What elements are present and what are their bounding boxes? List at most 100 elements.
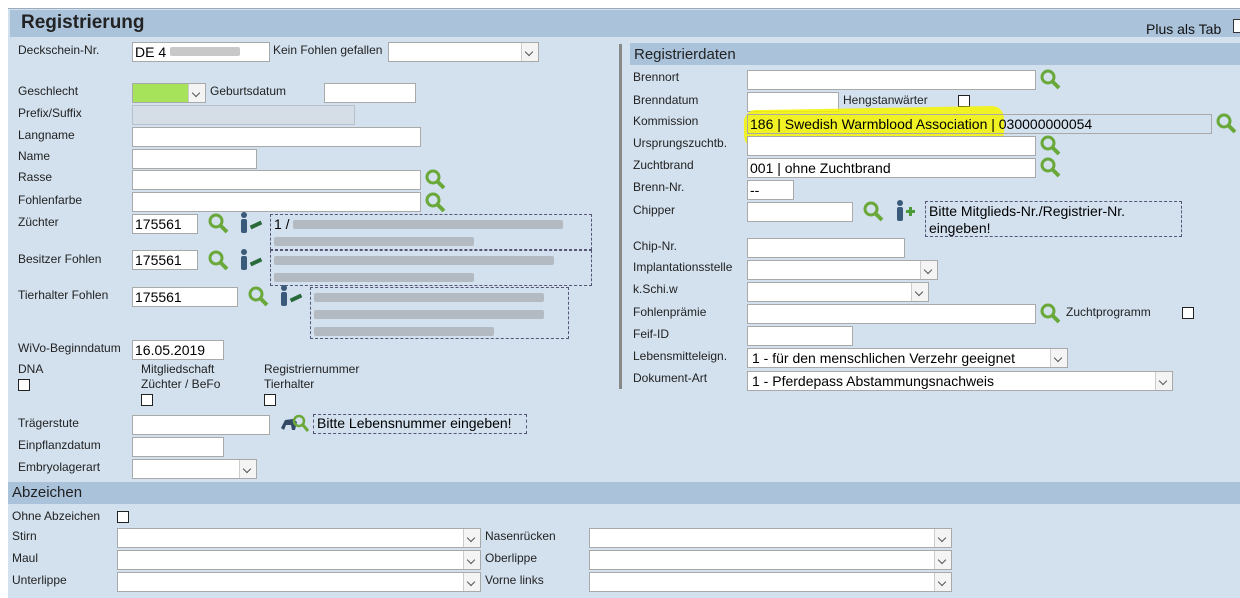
- stirn-label: Stirn: [12, 529, 37, 543]
- search-icon[interactable]: [424, 191, 446, 213]
- lebensmitteleign-select[interactable]: 1 - für den menschlichen Verzehr geeigne…: [747, 348, 1068, 368]
- zuechter-input[interactable]: 175561: [132, 214, 198, 234]
- abzeichen-title: Abzeichen: [12, 484, 83, 501]
- search-icon[interactable]: [247, 285, 269, 307]
- chevron-down-icon: [463, 573, 480, 591]
- search-icon[interactable]: [1215, 112, 1237, 134]
- lebensnummer-hint: Bitte Lebensnummer eingeben!: [313, 414, 527, 434]
- dokument-art-select[interactable]: 1 - Pferdepass Abstammungsnachweis: [747, 371, 1173, 391]
- besitzer-label: Besitzer Fohlen: [18, 252, 102, 266]
- fohlenfarbe-input[interactable]: [132, 192, 421, 212]
- brennort-label: Brennort: [633, 70, 680, 84]
- search-icon[interactable]: [207, 249, 229, 271]
- search-icon[interactable]: [1039, 134, 1061, 156]
- chipper-input[interactable]: [747, 202, 853, 222]
- redacted-text: [274, 256, 554, 265]
- chevron-down-icon: [463, 529, 480, 547]
- embryolagerart-select[interactable]: [132, 459, 257, 479]
- brennort-input[interactable]: [747, 70, 1036, 90]
- search-icon[interactable]: [1039, 302, 1061, 324]
- horse-search-icon[interactable]: [279, 412, 309, 434]
- search-icon[interactable]: [862, 200, 884, 222]
- stirn-select[interactable]: [117, 528, 481, 548]
- zuchtbrand-input[interactable]: 001 | ohne Zuchtbrand: [747, 158, 1036, 178]
- vorne-links-select[interactable]: [589, 572, 952, 592]
- nasenruecken-label: Nasenrücken: [485, 529, 556, 543]
- nasenruecken-select[interactable]: [589, 528, 952, 548]
- einpflanzdatum-input[interactable]: [132, 437, 224, 457]
- name-label: Name: [18, 149, 51, 163]
- brenndatum-label: Brenndatum: [633, 93, 699, 107]
- kommission-input[interactable]: 186 | Swedish Warmblood Association | 03…: [747, 114, 1212, 134]
- deckschein-value: DE 4: [135, 44, 167, 60]
- chip-nr-input[interactable]: [747, 238, 905, 258]
- person-add-icon[interactable]: [893, 199, 917, 223]
- unterlippe-label: Unterlippe: [12, 573, 67, 587]
- kschiw-select[interactable]: [747, 282, 929, 302]
- langname-input[interactable]: [132, 127, 421, 147]
- besitzer-info: [270, 250, 592, 286]
- chevron-down-icon: [934, 573, 951, 591]
- deckschein-input[interactable]: DE 4: [132, 42, 270, 62]
- chevron-down-icon: [911, 283, 928, 301]
- hengstanwaerter-label: Hengstanwärter: [843, 93, 928, 107]
- langname-label: Langname: [18, 128, 75, 142]
- registriernummer-label: Registriernummer: [264, 362, 360, 376]
- chevron-down-icon: [920, 261, 937, 279]
- hengstanwaerter-checkbox[interactable]: [958, 95, 970, 107]
- wivo-input[interactable]: 16.05.2019: [132, 340, 224, 360]
- embryolagerart-label: Embryolagerart: [18, 460, 101, 474]
- ursprungszuchtb-input[interactable]: [747, 136, 1036, 156]
- search-icon[interactable]: [424, 168, 446, 190]
- column-divider: [619, 44, 622, 389]
- brenn-nr-label: Brenn-Nr.: [633, 180, 685, 194]
- plus-als-tab-label: Plus als Tab: [1146, 21, 1222, 37]
- traegerstute-input[interactable]: [132, 415, 270, 435]
- fohlenpraemie-input[interactable]: [747, 304, 1036, 324]
- redacted-text: [274, 237, 474, 246]
- mitgliedschaft-checkbox[interactable]: [141, 394, 153, 406]
- person-edit-icon[interactable]: [276, 284, 304, 308]
- name-input[interactable]: [132, 149, 257, 169]
- tierhalter-input[interactable]: 175561: [132, 287, 238, 307]
- rasse-input[interactable]: [132, 170, 421, 190]
- chipper-hint: Bitte Mitglieds-Nr./Registrier-Nr. einge…: [925, 201, 1182, 237]
- implantationsstelle-label: Implantationsstelle: [633, 260, 733, 274]
- dna-checkbox[interactable]: [18, 379, 30, 391]
- lebensmitteleign-value: 1 - für den menschlichen Verzehr geeigne…: [752, 350, 1016, 366]
- zuchtbrand-label: Zuchtbrand: [633, 158, 694, 172]
- brenn-nr-input[interactable]: --: [747, 180, 794, 200]
- ohne-abzeichen-checkbox[interactable]: [117, 511, 129, 523]
- redacted-text: [314, 310, 544, 319]
- chevron-down-icon: [934, 551, 951, 569]
- unterlippe-select[interactable]: [117, 572, 481, 592]
- fohlenpraemie-label: Fohlenprämie: [633, 305, 707, 319]
- zuchtprogramm-checkbox[interactable]: [1182, 307, 1194, 319]
- chipper-label: Chipper: [633, 203, 676, 217]
- mitgliedschaft-label-2: Züchter / BeFo: [141, 377, 221, 391]
- lebensmitteleign-label: Lebensmitteleign.: [633, 349, 728, 363]
- feif-id-input[interactable]: [747, 326, 853, 346]
- plus-als-tab-checkbox[interactable]: [1233, 19, 1240, 33]
- person-edit-icon[interactable]: [236, 248, 264, 272]
- registriernummer-checkbox[interactable]: [264, 394, 276, 406]
- search-icon[interactable]: [207, 212, 229, 234]
- geburtsdatum-input[interactable]: [324, 83, 416, 103]
- search-icon[interactable]: [1039, 156, 1061, 178]
- dokument-art-label: Dokument-Art: [633, 371, 708, 385]
- search-icon[interactable]: [1039, 68, 1061, 90]
- zuchtprogramm-label: Zuchtprogramm: [1066, 305, 1151, 319]
- einpflanzdatum-label: Einpflanzdatum: [18, 438, 101, 452]
- dna-label: DNA: [18, 362, 44, 376]
- oberlippe-select[interactable]: [589, 550, 952, 570]
- kein-fohlen-select[interactable]: [388, 42, 539, 62]
- redacted-text: [274, 273, 474, 282]
- redacted-text: [314, 293, 544, 302]
- implantationsstelle-select[interactable]: [747, 260, 938, 280]
- geschlecht-select[interactable]: [132, 83, 206, 103]
- maul-select[interactable]: [117, 550, 481, 570]
- person-edit-icon[interactable]: [236, 211, 264, 235]
- besitzer-input[interactable]: 175561: [132, 250, 198, 270]
- redacted-text: [293, 220, 564, 229]
- maul-label: Maul: [12, 551, 39, 565]
